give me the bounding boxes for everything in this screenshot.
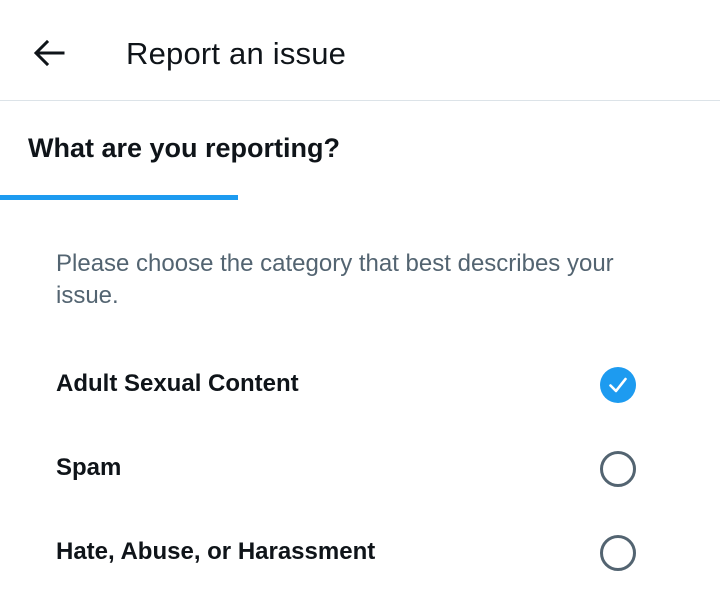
top-app-bar: Report an issue (0, 0, 720, 101)
back-button[interactable] (26, 30, 72, 76)
radio-button-unchecked[interactable] (600, 451, 636, 487)
category-options-list: Adult Sexual Content Spam Hate, Abuse, o… (0, 343, 720, 595)
category-description: Please choose the category that best des… (56, 250, 614, 309)
option-spam[interactable]: Spam (0, 427, 720, 511)
option-adult-sexual-content[interactable]: Adult Sexual Content (0, 343, 720, 427)
option-label: Adult Sexual Content (56, 370, 299, 397)
checkmark-icon (609, 377, 627, 393)
radio-button-unchecked[interactable] (600, 535, 636, 571)
page-title: Report an issue (126, 36, 347, 71)
arrow-left-icon (33, 39, 65, 67)
tab-active-indicator (0, 195, 238, 200)
radio-button-checked[interactable] (600, 367, 636, 403)
option-label: Spam (56, 454, 122, 481)
option-hate-abuse-harassment[interactable]: Hate, Abuse, or Harassment (0, 511, 720, 595)
option-label: Hate, Abuse, or Harassment (56, 538, 376, 565)
tab-label: What are you reporting? (28, 133, 341, 163)
tab-what-are-you-reporting[interactable]: What are you reporting? (0, 101, 340, 200)
